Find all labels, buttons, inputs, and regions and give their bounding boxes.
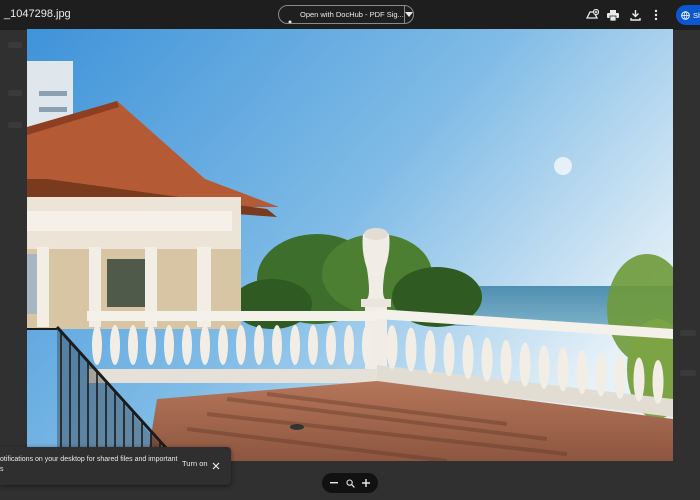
- background-line: [8, 42, 22, 48]
- background-line: [8, 122, 22, 128]
- open-with-dropdown-button[interactable]: [404, 6, 413, 23]
- baluster: [614, 355, 626, 399]
- baluster: [146, 325, 156, 365]
- zoom-out-button[interactable]: [327, 476, 341, 490]
- baluster: [344, 325, 354, 365]
- baluster: [481, 337, 493, 382]
- zoom-in-icon: [362, 479, 370, 487]
- download-icon: [629, 9, 641, 21]
- open-with-button[interactable]: Open with DocHub - PDF Sig...: [279, 6, 404, 23]
- viewer-top-bar: _1047298.jpg Open with DocHub - PDF Sig.…: [0, 0, 700, 30]
- zoom-fit-button[interactable]: [343, 476, 357, 490]
- zoom-out-icon: [330, 482, 338, 484]
- more-options-button[interactable]: [648, 7, 664, 23]
- zoom-in-button[interactable]: [359, 476, 373, 490]
- download-button[interactable]: [627, 7, 643, 23]
- open-with-button-group: Open with DocHub - PDF Sig...: [278, 5, 414, 24]
- background-line: [680, 330, 696, 336]
- baluster: [182, 325, 192, 365]
- baluster: [272, 325, 282, 365]
- sun-glare: [554, 157, 572, 175]
- baluster: [538, 345, 550, 389]
- baluster: [405, 327, 417, 372]
- baluster: [326, 325, 336, 365]
- print-button[interactable]: [605, 7, 621, 23]
- baluster: [308, 325, 318, 365]
- background-line: [680, 370, 696, 376]
- baluster: [236, 325, 246, 365]
- chevron-down-icon: [404, 12, 413, 17]
- zoom-controls: [322, 473, 378, 493]
- baluster: [164, 325, 174, 365]
- baluster: [500, 340, 512, 384]
- share-button[interactable]: Sh: [676, 5, 700, 25]
- background-line: [8, 90, 22, 96]
- baluster: [652, 360, 664, 404]
- add-to-drive-icon: [585, 9, 599, 19]
- snackbar-close-button[interactable]: [211, 458, 221, 470]
- share-lock-icon: [681, 10, 690, 20]
- baluster: [218, 325, 228, 365]
- baluster: [424, 330, 436, 374]
- baluster: [110, 325, 120, 365]
- baluster: [576, 350, 588, 394]
- open-with-label: Open with DocHub - PDF Sig...: [300, 10, 404, 19]
- close-icon: [212, 462, 220, 470]
- file-title: _1047298.jpg: [4, 8, 71, 20]
- print-icon: [607, 9, 619, 21]
- baluster: [462, 335, 474, 379]
- baluster: [200, 325, 210, 365]
- baluster: [386, 325, 398, 369]
- image-preview: [27, 29, 673, 461]
- turn-on-button[interactable]: Turn on: [182, 459, 208, 468]
- baluster: [362, 325, 372, 365]
- baluster: [519, 342, 531, 387]
- baluster: [595, 352, 607, 397]
- add-to-drive-button[interactable]: [584, 7, 600, 23]
- dochub-icon: [287, 12, 293, 23]
- baluster: [92, 325, 102, 365]
- snackbar-message: otifications on your desktop for shared …: [0, 456, 178, 473]
- baluster: [290, 325, 300, 365]
- notification-snackbar: otifications on your desktop for shared …: [0, 447, 231, 485]
- more-vert-icon: [654, 9, 658, 21]
- zoom-search-icon: [345, 478, 355, 488]
- baluster: [443, 332, 455, 377]
- share-label: Sh: [693, 10, 700, 20]
- baluster: [557, 347, 569, 392]
- baluster: [633, 357, 645, 402]
- baluster: [254, 325, 264, 365]
- baluster: [128, 325, 138, 365]
- floor-drain: [290, 424, 304, 430]
